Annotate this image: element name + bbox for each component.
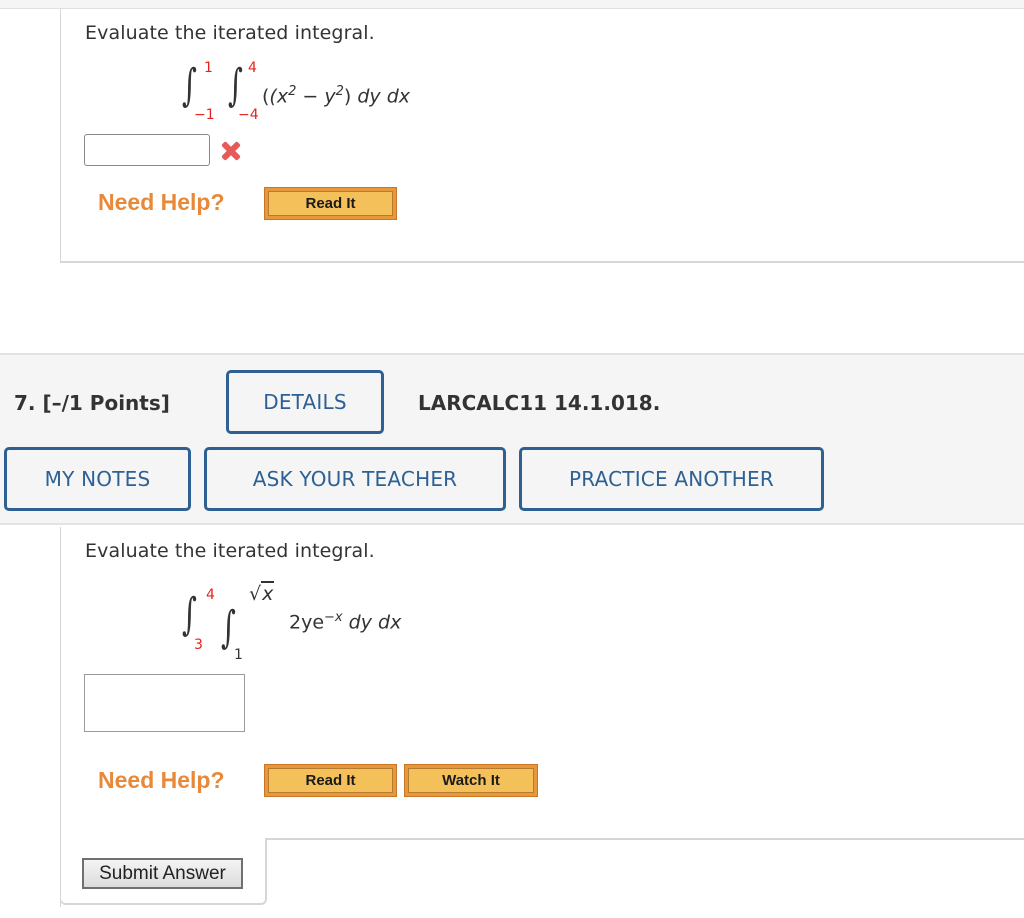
need-help-label: Need Help? <box>98 767 225 793</box>
question-prompt: Evaluate the iterated integral. <box>85 540 375 562</box>
answer-input[interactable] <box>84 674 245 732</box>
integrand-x: (x <box>269 85 289 108</box>
read-it-button[interactable]: Read It <box>264 764 397 797</box>
exponent: 2 <box>335 84 344 99</box>
integrand: 2ye−x dy dx <box>289 610 401 633</box>
watch-it-label: Watch It <box>408 768 534 793</box>
top-strip <box>0 0 1024 9</box>
panel-background <box>267 840 1024 918</box>
inner-upper-limit: 4 <box>248 60 257 76</box>
practice-another-button[interactable]: PRACTICE ANOTHER <box>519 447 824 511</box>
answer-input[interactable] <box>84 134 210 166</box>
inner-lower-limit: −4 <box>238 107 259 123</box>
inner-upper-limit: √x <box>249 581 275 605</box>
read-it-button[interactable]: Read It <box>264 187 397 220</box>
integrand-y: − y <box>296 85 336 108</box>
x-mark-icon <box>220 140 242 162</box>
need-help-label: Need Help? <box>98 189 225 215</box>
inner-integral-sign: ∫ <box>228 60 243 111</box>
inner-lower-limit: 1 <box>234 647 243 663</box>
my-notes-button[interactable]: MY NOTES <box>4 447 191 511</box>
sqrt-icon: √ <box>249 583 262 605</box>
integrand: ((x2 − y2) dy dx <box>262 84 411 108</box>
outer-upper-limit: 1 <box>204 60 213 76</box>
question-code: LARCALC11 14.1.018. <box>418 391 661 415</box>
exponent: −x <box>324 610 343 625</box>
read-it-label: Read It <box>268 768 393 793</box>
differentials: dy dx <box>342 611 402 634</box>
outer-integral-sign: ∫ <box>182 589 197 640</box>
outer-lower-limit: 3 <box>194 637 203 653</box>
inner-integral-sign: ∫ <box>221 602 236 653</box>
question-number: 7. [–/1 Points] <box>14 391 170 415</box>
submit-answer-button[interactable]: Submit Answer <box>82 858 243 889</box>
watch-it-button[interactable]: Watch It <box>404 764 538 797</box>
question-prompt: Evaluate the iterated integral. <box>85 22 375 44</box>
integrand-coefficient: 2ye <box>289 611 325 634</box>
differentials: dy dx <box>351 85 411 108</box>
details-button[interactable]: DETAILS <box>226 370 384 434</box>
outer-integral-sign: ∫ <box>182 60 197 111</box>
question-header: 7. [–/1 Points] DETAILS LARCALC11 14.1.0… <box>0 353 1024 525</box>
outer-lower-limit: −1 <box>194 107 215 123</box>
read-it-label: Read It <box>268 191 393 216</box>
ask-your-teacher-button[interactable]: ASK YOUR TEACHER <box>204 447 506 511</box>
divider <box>267 838 1024 840</box>
radicand: x <box>261 581 275 605</box>
outer-upper-limit: 4 <box>206 587 215 603</box>
